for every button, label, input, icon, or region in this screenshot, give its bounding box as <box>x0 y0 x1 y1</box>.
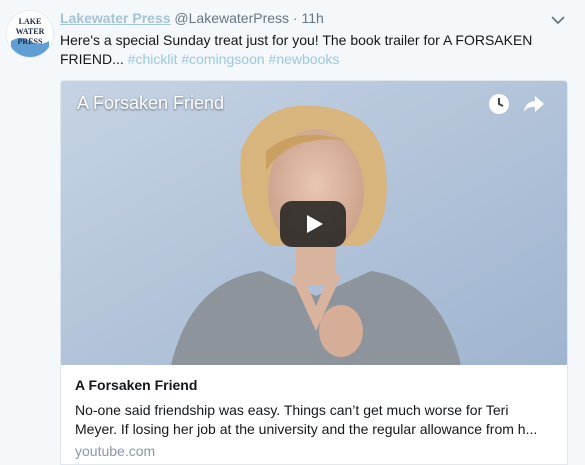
card-body[interactable]: A Forsaken Friend No-one said friendship… <box>61 365 567 464</box>
share-icon[interactable] <box>523 94 545 114</box>
author-handle[interactable]: @LakewaterPress <box>174 10 289 26</box>
card-description: No-one said friendship was easy. Things … <box>75 402 538 437</box>
video-title: A Forsaken Friend <box>77 93 225 113</box>
tweet-text: Here's a special Sunday treat just for y… <box>60 31 560 69</box>
link-card[interactable]: A Forsaken Friend A Forsaken Friend No-o… <box>60 80 568 465</box>
tweet-time[interactable]: 11h <box>301 10 323 26</box>
avatar[interactable]: LAKE WATER PRESS <box>6 10 54 58</box>
clock-icon[interactable] <box>488 93 510 115</box>
hashtag-chicklit[interactable]: #chicklit <box>128 51 178 67</box>
tweet[interactable]: LAKE WATER PRESS Lakewater Press @Lakewa… <box>0 0 585 465</box>
card-title[interactable]: A Forsaken Friend <box>75 377 553 393</box>
author-name[interactable]: Lakewater Press <box>60 10 171 26</box>
svg-text:PRESS: PRESS <box>18 37 43 46</box>
hashtag-newbooks[interactable]: #newbooks <box>269 51 340 67</box>
svg-text:LAKE: LAKE <box>19 17 42 26</box>
play-button[interactable] <box>280 201 346 247</box>
chevron-down-icon[interactable] <box>550 12 566 28</box>
separator: · <box>292 10 298 26</box>
card-domain: youtube.com <box>75 443 156 459</box>
tweet-header: Lakewater Press @LakewaterPress · 11h <box>60 10 324 26</box>
lakewater-press-logo: LAKE WATER PRESS <box>7 11 53 57</box>
video-player[interactable]: A Forsaken Friend <box>61 81 567 365</box>
svg-text:WATER: WATER <box>16 27 45 36</box>
hashtag-comingsoon[interactable]: #comingsoon <box>181 51 264 67</box>
